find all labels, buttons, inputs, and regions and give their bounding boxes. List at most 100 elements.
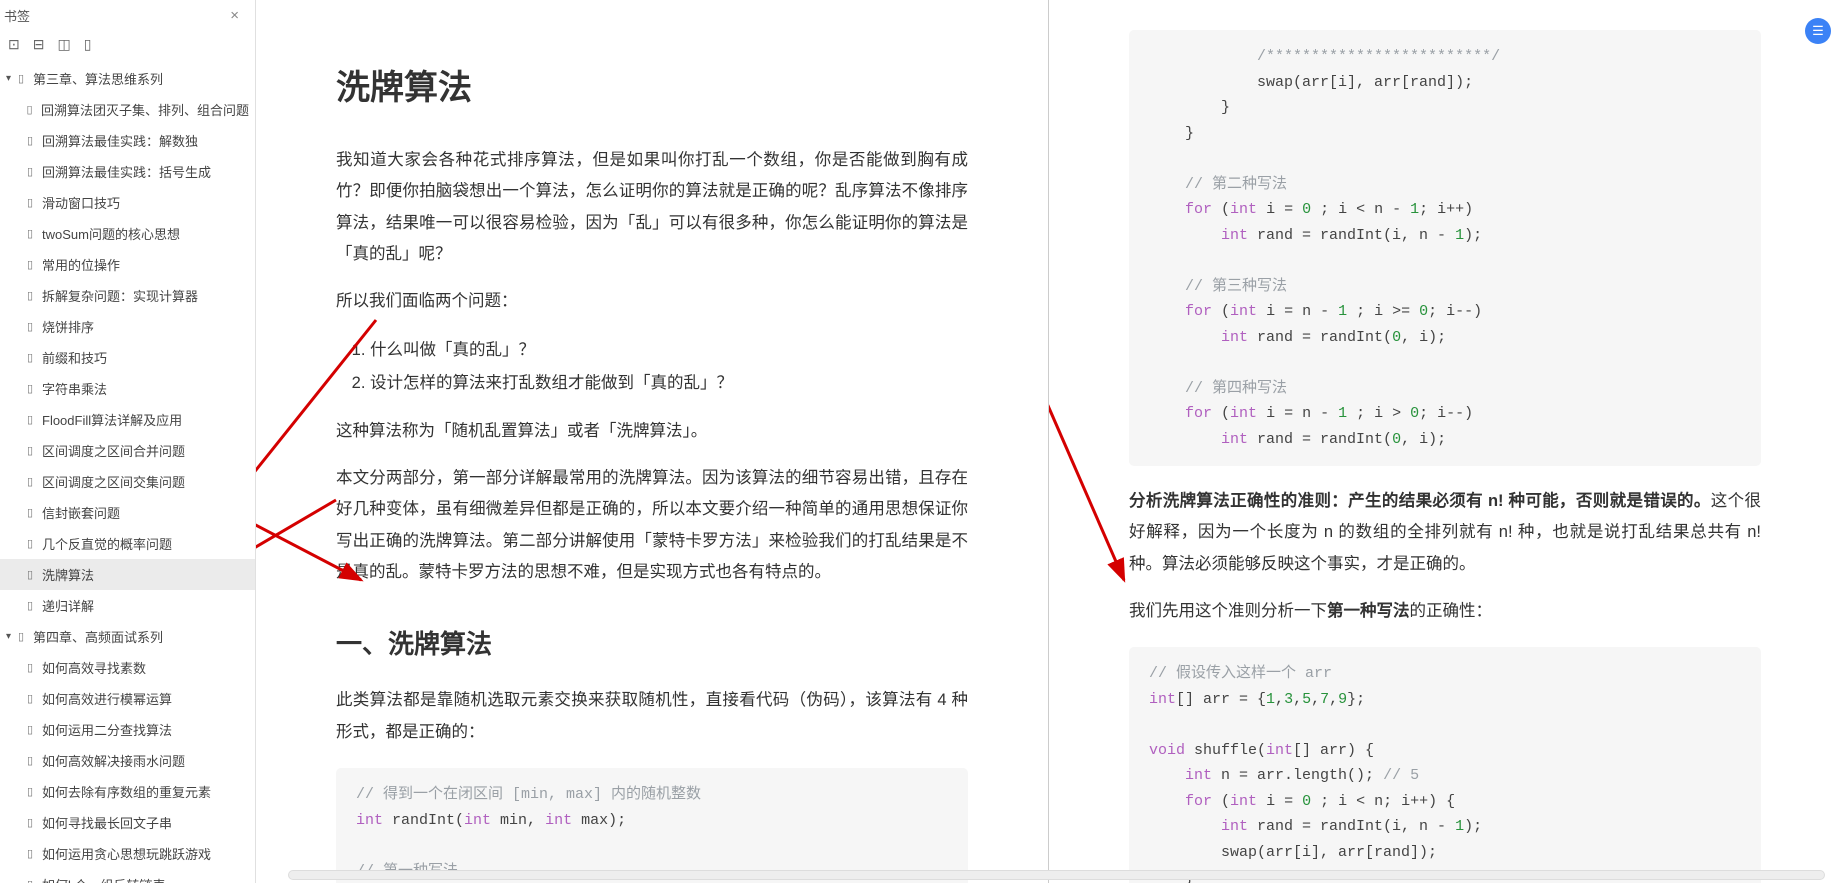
sidebar-item[interactable]: ▯ 区间调度之区间合并问题 [0, 435, 255, 466]
annotation-arrow [256, 490, 346, 610]
bookmark-icon: ▯ [15, 630, 27, 643]
sidebar-item-label: 洗牌算法 [42, 565, 94, 584]
close-icon[interactable]: × [226, 7, 243, 24]
bookmark-outline-icon[interactable]: ◫ [57, 36, 70, 53]
page-left: 洗牌算法 我知道大家会各种花式排序算法，但是如果叫你打乱一个数组，你是否能做到胸… [256, 0, 1048, 883]
para: 本文分两部分，第一部分详解最常用的洗牌算法。因为该算法的细节容易出错，且存在好几… [336, 463, 968, 588]
chevron-down-icon: ▾ [6, 73, 11, 84]
sidebar-item-label: 递归详解 [42, 596, 94, 615]
bookmarks-sidebar: 书签 × ⊡ ⊟ ◫ ▯ ▾ ▯ 第三章、算法思维系列 ▯ 回溯算法团灭子集、排列… [0, 0, 256, 883]
para: 分析洗牌算法正确性的准则：产生的结果必须有 n! 种可能，否则就是错误的。这个很… [1129, 486, 1761, 580]
sidebar-item[interactable]: ▯信封嵌套问题 [0, 497, 255, 528]
sidebar-item[interactable]: ▯前缀和技巧 [0, 342, 255, 373]
sidebar-item[interactable]: ▯ 如何k个一组反转链表 [0, 869, 255, 883]
sidebar-item[interactable]: ▯字符串乘法 [0, 373, 255, 404]
sidebar-item-label: 回溯算法团灭子集、排列、组合问题 [41, 100, 249, 119]
sidebar-item[interactable]: ▯ twoSum问题的核心思想 [0, 218, 255, 249]
sidebar-item-label: 常用的位操作 [42, 255, 120, 274]
sidebar-item-label: twoSum问题的核心思想 [42, 224, 180, 243]
bookmark-icon: ▯ [24, 475, 36, 488]
bookmark-icon: ▯ [24, 878, 36, 883]
bookmark-icon: ▯ [24, 537, 36, 550]
bookmark-ribbon-icon[interactable]: ▯ [84, 36, 92, 53]
bookmark-icon: ▯ [24, 413, 36, 426]
bookmark-tree[interactable]: ▾ ▯ 第三章、算法思维系列 ▯回溯算法团灭子集、排列、组合问题▯回溯算法最佳实… [0, 63, 255, 883]
sidebar-item[interactable]: ▯如何寻找最长回文子串 [0, 807, 255, 838]
sidebar-item-label: 如何运用二分查找算法 [42, 720, 172, 739]
bookmark-icon: ▯ [24, 599, 36, 612]
bookmark-icon: ▯ [24, 847, 36, 860]
sidebar-item[interactable]: ▯回溯算法最佳实践：解数独 [0, 125, 255, 156]
sidebar-item[interactable]: ▯ 滑动窗口技巧 [0, 187, 255, 218]
sidebar-item[interactable]: ▯ 洗牌算法 [0, 559, 255, 590]
sidebar-item[interactable]: ▯烧饼排序 [0, 311, 255, 342]
bookmark-icon: ▯ [24, 444, 36, 457]
sidebar-item-label: 如何高效寻找素数 [42, 658, 146, 677]
bookmark-toolbar: ⊡ ⊟ ◫ ▯ [0, 31, 255, 63]
sidebar-item[interactable]: ▯ 如何运用二分查找算法 [0, 714, 255, 745]
bookmark-icon: ▯ [24, 692, 36, 705]
sidebar-item[interactable]: ▯如何高效解决接雨水问题 [0, 745, 255, 776]
sidebar-item[interactable]: ▯回溯算法最佳实践：括号生成 [0, 156, 255, 187]
sidebar-item[interactable]: ▯拆解复杂问题：实现计算器 [0, 280, 255, 311]
list-item: 什么叫做「真的乱」？ [370, 334, 968, 367]
assistant-badge-icon[interactable]: ☰ [1805, 18, 1831, 44]
code-block-analysis: // 假设传入这样一个 arr int[] arr = {1,3,5,7,9};… [1129, 647, 1761, 883]
sidebar-item[interactable]: ▯常用的位操作 [0, 249, 255, 280]
chapter-3-header[interactable]: ▾ ▯ 第三章、算法思维系列 [0, 63, 255, 94]
sidebar-item-label: 信封嵌套问题 [42, 503, 120, 522]
sidebar-item-label: 区间调度之区间交集问题 [42, 472, 185, 491]
bookmark-icon: ▯ [24, 661, 36, 674]
article-title: 洗牌算法 [336, 60, 968, 109]
chapter-label: 第四章、高频面试系列 [33, 627, 163, 646]
collapse-out-icon[interactable]: ⊟ [33, 36, 45, 53]
sidebar-item[interactable]: ▯ 如何运用贪心思想玩跳跃游戏 [0, 838, 255, 869]
para: 我知道大家会各种花式排序算法，但是如果叫你打乱一个数组，你是否能做到胸有成竹？即… [336, 145, 968, 270]
bookmark-icon: ▯ [24, 227, 36, 240]
code-block-1: // 得到一个在闭区间 [min, max] 内的随机整数 int randIn… [336, 768, 968, 883]
para: 我们先用这个准则分析一下第一种写法的正确性： [1129, 596, 1761, 627]
collapse-icon[interactable]: ⊡ [8, 36, 20, 53]
bookmark-icon: ▯ [24, 103, 35, 116]
sidebar-item[interactable]: ▯ 递归详解 [0, 590, 255, 621]
bookmark-icon: ▯ [24, 382, 36, 395]
sidebar-item[interactable]: ▯ 区间调度之区间交集问题 [0, 466, 255, 497]
page-right: /*************************/ swap(arr[i],… [1049, 0, 1841, 883]
list-item: 设计怎样的算法来打乱数组才能做到「真的乱」？ [370, 367, 968, 400]
sidebar-item[interactable]: ▯ 如何高效进行模幂运算 [0, 683, 255, 714]
sidebar-item-label: 如何高效解决接雨水问题 [42, 751, 185, 770]
sidebar-item-label: 如何k个一组反转链表 [42, 875, 166, 883]
section-heading: 一、洗牌算法 [336, 624, 968, 661]
para: 这种算法称为「随机乱置算法」或者「洗牌算法」。 [336, 416, 968, 447]
horizontal-scrollbar[interactable] [258, 869, 1835, 881]
question-list: 什么叫做「真的乱」？ 设计怎样的算法来打乱数组才能做到「真的乱」？ [370, 334, 968, 400]
sidebar-item-label: 烧饼排序 [42, 317, 94, 336]
bookmark-icon: ▯ [15, 72, 27, 85]
sidebar-item-label: 如何运用贪心思想玩跳跃游戏 [42, 844, 211, 863]
sidebar-item[interactable]: ▯如何去除有序数组的重复元素 [0, 776, 255, 807]
bookmark-icon: ▯ [24, 568, 36, 581]
reader-area: 洗牌算法 我知道大家会各种花式排序算法，但是如果叫你打乱一个数组，你是否能做到胸… [256, 0, 1841, 883]
chapter-label: 第三章、算法思维系列 [33, 69, 163, 88]
sidebar-item-label: 几个反直觉的概率问题 [42, 534, 172, 553]
bookmark-icon: ▯ [24, 289, 36, 302]
sidebar-item-label: 区间调度之区间合并问题 [42, 441, 185, 460]
sidebar-item-label: 滑动窗口技巧 [42, 193, 120, 212]
para: 所以我们面临两个问题： [336, 286, 968, 317]
sidebar-item-label: 回溯算法最佳实践：解数独 [42, 131, 198, 150]
bookmark-icon: ▯ [24, 196, 36, 209]
sidebar-title: 书签 [4, 6, 30, 25]
sidebar-item[interactable]: ▯FloodFill算法详解及应用 [0, 404, 255, 435]
bookmark-icon: ▯ [24, 723, 36, 736]
sidebar-item[interactable]: ▯ 几个反直觉的概率问题 [0, 528, 255, 559]
bookmark-icon: ▯ [24, 785, 36, 798]
sidebar-item-label: 如何寻找最长回文子串 [42, 813, 172, 832]
sidebar-item[interactable]: ▯ 回溯算法团灭子集、排列、组合问题 [0, 94, 255, 125]
para: 此类算法都是靠随机选取元素交换来获取随机性，直接看代码（伪码），该算法有 4 种… [336, 685, 968, 748]
sidebar-item-label: 如何高效进行模幂运算 [42, 689, 172, 708]
bookmark-icon: ▯ [24, 351, 36, 364]
chevron-down-icon: ▾ [6, 631, 11, 642]
chapter-4-header[interactable]: ▾ ▯ 第四章、高频面试系列 [0, 621, 255, 652]
code-block-top: /*************************/ swap(arr[i],… [1129, 30, 1761, 466]
sidebar-item[interactable]: ▯ 如何高效寻找素数 [0, 652, 255, 683]
